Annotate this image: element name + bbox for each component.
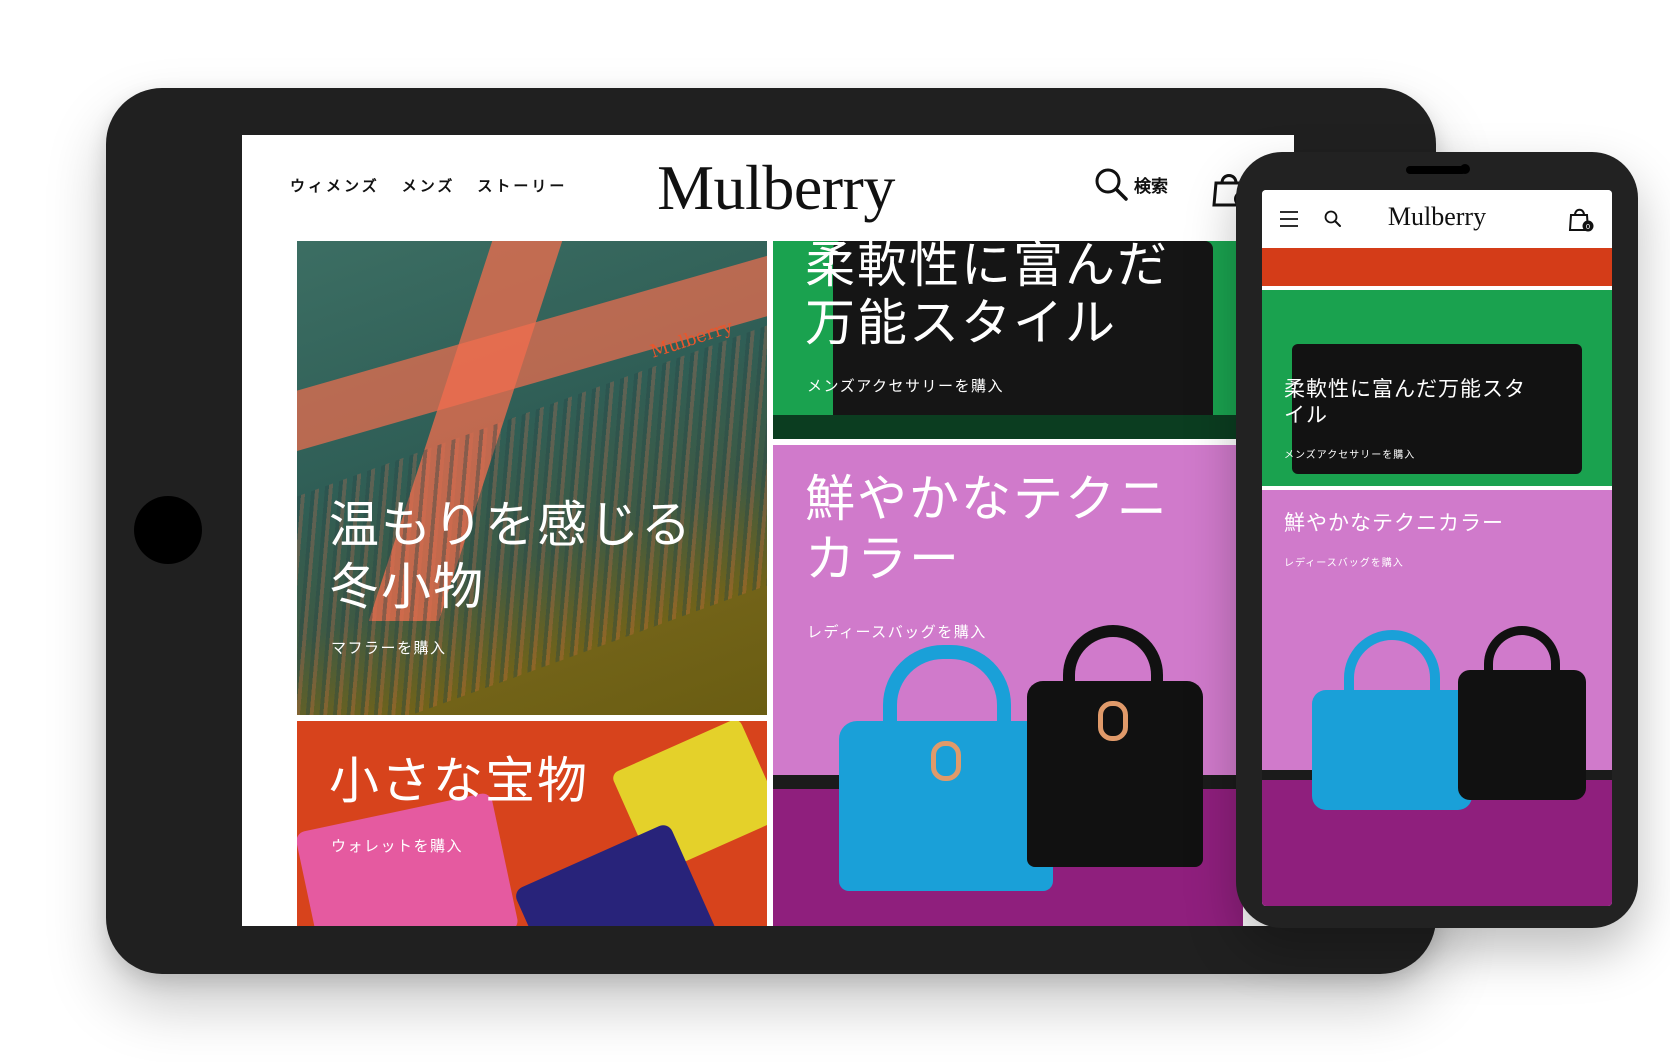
- phone-clutch-heading-line2: イル: [1284, 403, 1328, 427]
- clutch-heading-line2: 万能スタイル: [805, 294, 1117, 352]
- shopping-bag-icon: 0: [1568, 208, 1594, 232]
- phone-bags-tile[interactable]: 鮮やかなテクニカラー レディースバッグを購入: [1262, 490, 1612, 906]
- hamburger-menu-icon: [1280, 211, 1298, 227]
- phone-bags-shop-link[interactable]: レディースバッグを購入: [1284, 554, 1404, 569]
- bags-heading-line2: カラー: [805, 530, 961, 588]
- phone-clutch-shop-link[interactable]: メンズアクセサリーを購入: [1284, 446, 1415, 461]
- search-button[interactable]: 検索: [1094, 167, 1168, 201]
- wallet-pink: [297, 791, 520, 926]
- main-nav: ウィメンズ メンズ ストーリー: [290, 175, 567, 196]
- brand-logo[interactable]: Mulberry: [656, 151, 896, 225]
- nav-item-womens[interactable]: ウィメンズ: [290, 175, 380, 196]
- scarf-heading-line1: 温もりを感じる: [329, 496, 693, 554]
- phone-blue-bag-image: [1312, 690, 1472, 810]
- phone-clutch-tile[interactable]: 柔軟性に富んだ万能スタ イル メンズアクセサリーを購入: [1262, 290, 1612, 486]
- clutch-shop-link[interactable]: メンズアクセサリーを購入: [807, 375, 1004, 396]
- phone-header: Mulberry 0: [1262, 190, 1612, 248]
- phone-search-button[interactable]: [1324, 210, 1342, 232]
- phone-shopping-bag-button[interactable]: 0: [1568, 206, 1594, 236]
- wallet-heading: 小さな宝物: [329, 752, 589, 810]
- menu-button[interactable]: [1280, 210, 1298, 232]
- black-bag-clasp: [1098, 701, 1128, 741]
- tablet-screen: Mulberry 温もりを感じる 冬小物 マフラーを購入 小さな宝物 ウォレット…: [242, 135, 1294, 926]
- phone-wallet-tile-partial[interactable]: [1262, 248, 1612, 286]
- search-label: 検索: [1134, 176, 1168, 197]
- scarf-promo-tile[interactable]: Mulberry 温もりを感じる 冬小物 マフラーを購入: [297, 241, 767, 715]
- phone-speaker: [1406, 166, 1466, 174]
- bags-heading-line1: 鮮やかなテクニ: [805, 470, 1169, 528]
- home-button-icon[interactable]: [134, 496, 202, 564]
- bags-shop-link[interactable]: レディースバッグを購入: [807, 621, 987, 642]
- bags-promo-tile[interactable]: 鮮やかなテクニ カラー レディースバッグを購入: [773, 445, 1243, 926]
- search-icon: [1324, 210, 1341, 227]
- search-icon: [1095, 168, 1128, 201]
- phone-screen: 柔軟性に富んだ万能スタ イル メンズアクセサリーを購入 鮮やかなテクニカラー レ…: [1262, 190, 1612, 906]
- nav-item-mens[interactable]: メンズ: [402, 175, 456, 196]
- phone-device: 柔軟性に富んだ万能スタ イル メンズアクセサリーを購入 鮮やかなテクニカラー レ…: [1236, 152, 1638, 928]
- tablet-header: ウィメンズ メンズ ストーリー Mulberry 検索: [242, 135, 1294, 241]
- phone-camera: [1460, 164, 1470, 174]
- phone-clutch-heading-line1: 柔軟性に富んだ万能スタ: [1284, 377, 1526, 401]
- clutch-floor: [773, 415, 1243, 439]
- wallet-shop-link[interactable]: ウォレットを購入: [331, 835, 463, 856]
- bag-count-badge: 0: [1586, 223, 1590, 231]
- wallet-promo-tile[interactable]: 小さな宝物 ウォレットを購入: [297, 721, 767, 926]
- scarf-shop-link[interactable]: マフラーを購入: [331, 637, 447, 658]
- clutch-promo-tile[interactable]: 柔軟性に富んだ 万能スタイル メンズアクセサリーを購入: [773, 241, 1243, 439]
- phone-bags-heading: 鮮やかなテクニカラー: [1284, 511, 1504, 535]
- nav-item-stories[interactable]: ストーリー: [477, 175, 567, 196]
- phone-black-bag-image: [1458, 670, 1586, 800]
- blue-bag-clasp: [931, 741, 961, 781]
- phone-brand-logo[interactable]: Mulberry: [1362, 202, 1512, 232]
- scarf-heading-line2: 冬小物: [329, 558, 485, 616]
- clutch-heading-line1: 柔軟性に富んだ: [805, 241, 1169, 294]
